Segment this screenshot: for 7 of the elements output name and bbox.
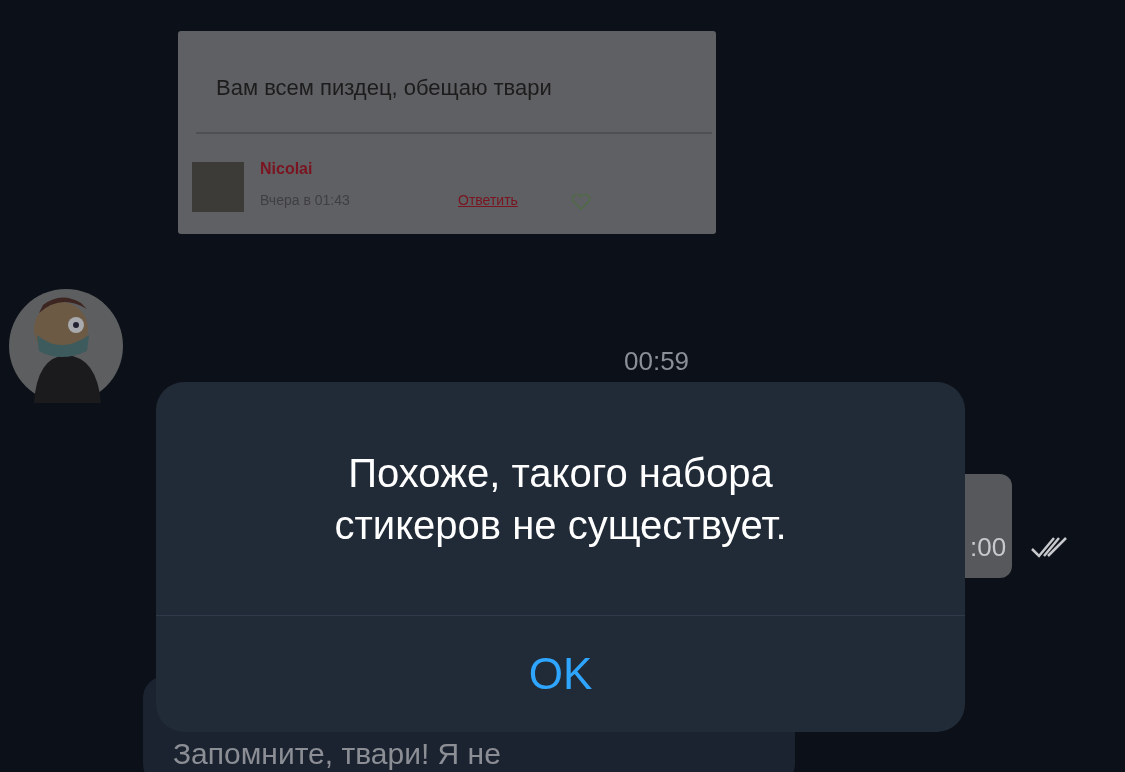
message-text: Запомните, твари! Я не: [173, 737, 501, 771]
comment-text: Вам всем пиздец, обещаю твари: [216, 74, 552, 102]
author-name: Nicolai: [260, 159, 313, 179]
message-time: :00: [970, 531, 1007, 564]
alert-message: Похоже, такого набора стикеров не существует.: [333, 449, 788, 549]
message-time: 00:59: [624, 345, 690, 378]
ok-button[interactable]: OK: [504, 637, 617, 711]
